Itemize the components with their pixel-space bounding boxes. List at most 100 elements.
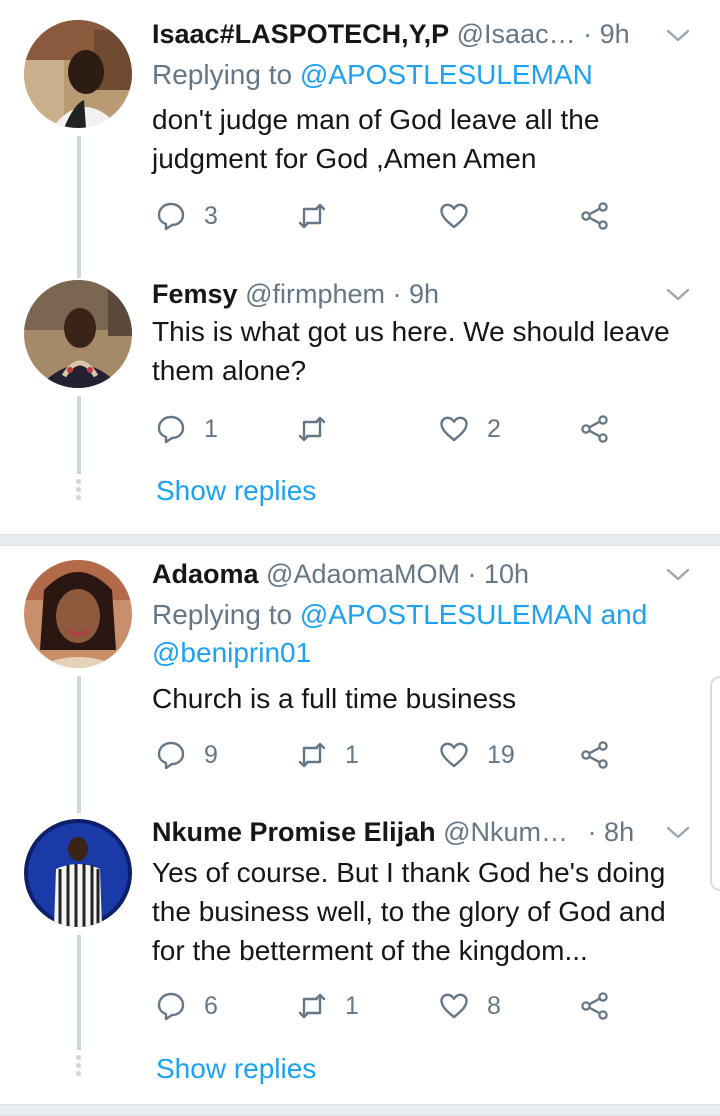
chevron-down-icon [666, 29, 690, 42]
replying-to: Replying to @APOSTLESULEMAN and @benipri… [152, 596, 647, 672]
display-name[interactable]: Femsy [152, 279, 238, 309]
heart-icon [440, 416, 468, 442]
more-replies-dots [75, 479, 83, 503]
share-button[interactable] [580, 735, 610, 775]
display-name[interactable]: Nkume Promise Elijah [152, 817, 436, 847]
replying-and: and [592, 599, 648, 630]
timestamp[interactable]: · 8h [588, 817, 635, 847]
show-replies-link[interactable]: Show replies [156, 473, 316, 509]
action-bar: 1 2 [152, 409, 622, 449]
reply-bubble-icon [157, 992, 185, 1021]
reply-count: 3 [204, 201, 218, 230]
mention-link[interactable]: @APOSTLESULEMAN [300, 59, 593, 90]
chevron-down-icon [666, 568, 690, 581]
more-replies-dots [75, 1055, 83, 1079]
replying-prefix: Replying to [152, 599, 300, 630]
retweet-button[interactable] [297, 196, 345, 236]
avatar[interactable] [24, 280, 132, 388]
thread-line [77, 396, 81, 474]
reply-bubble-icon [157, 415, 185, 444]
replying-prefix: Replying to [152, 59, 300, 90]
tweet-header: Isaac#LASPOTECH,Y,P @Isaac… · 9h [152, 16, 630, 52]
avatar-image [24, 20, 132, 128]
tweet-text: Church is a full time business [152, 683, 517, 714]
tweet-menu-button[interactable] [666, 26, 690, 46]
tweet-text: Yes of course. But I thank God he's doin… [152, 857, 666, 966]
tweet-menu-button[interactable] [666, 823, 690, 843]
display-name[interactable]: Isaac#LASPOTECH,Y,P [152, 19, 449, 49]
like-button[interactable]: 8 [439, 986, 501, 1026]
like-button[interactable]: 19 [439, 735, 515, 775]
retweet-count: 1 [345, 991, 359, 1020]
tweet-menu-button[interactable] [666, 285, 690, 305]
tweet-menu-button[interactable] [666, 565, 690, 585]
tweet-2[interactable]: Femsy @firmphem · 9h This is what got us… [0, 265, 720, 535]
like-button[interactable] [439, 196, 487, 236]
heart-icon [440, 993, 468, 1019]
action-bar: 9 1 19 [152, 735, 622, 775]
heart-icon [440, 203, 468, 229]
tweet-header: Femsy @firmphem · 9h [152, 276, 439, 312]
retweet-button[interactable] [297, 409, 345, 449]
timestamp[interactable]: · 10h [468, 559, 530, 589]
share-icon [581, 992, 608, 1020]
action-bar: 6 1 8 [152, 986, 622, 1026]
chevron-down-icon [666, 288, 690, 301]
mention-link[interactable]: @APOSTLESULEMAN [300, 599, 593, 630]
reply-button[interactable]: 3 [156, 196, 218, 236]
thread-line [77, 676, 81, 813]
thread-separator [0, 534, 720, 546]
retweet-icon [298, 742, 326, 768]
tweet-text: This is what got us here. We should leav… [152, 316, 670, 386]
thread-line [77, 136, 81, 278]
tweet-4[interactable]: Nkume Promise Elijah @Nkum… · 8h Yes of … [0, 801, 720, 1104]
share-icon [581, 741, 608, 769]
retweet-button[interactable]: 1 [297, 735, 359, 775]
tweet-header: Nkume Promise Elijah @Nkum… · 8h [152, 814, 634, 850]
mention-link-2[interactable]: @beniprin01 [152, 637, 311, 668]
avatar[interactable] [24, 20, 132, 128]
share-icon [581, 415, 608, 443]
thread-line [77, 935, 81, 1050]
retweet-icon [298, 993, 326, 1019]
scrollbar[interactable] [710, 676, 720, 891]
retweet-icon [298, 203, 326, 229]
like-count: 8 [487, 991, 501, 1020]
tweet-header: Adaoma @AdaomaMOM · 10h [152, 556, 529, 592]
tweet-3[interactable]: Adaoma @AdaomaMOM · 10h Replying to @APO… [0, 546, 720, 813]
retweet-count: 1 [345, 740, 359, 769]
avatar-image [24, 819, 132, 927]
avatar[interactable] [24, 819, 132, 927]
timestamp[interactable]: · 9h [583, 19, 630, 49]
tweet-text: don't judge man of God leave all the jud… [152, 104, 600, 174]
action-bar: 3 [152, 196, 622, 236]
reply-button[interactable]: 9 [156, 735, 218, 775]
timestamp[interactable]: · 9h [393, 279, 440, 309]
reply-button[interactable]: 6 [156, 986, 218, 1026]
user-handle[interactable]: @AdaomaMOM [266, 559, 460, 589]
thread-separator [0, 1104, 720, 1116]
reply-bubble-icon [157, 741, 185, 770]
reply-bubble-icon [157, 202, 185, 231]
heart-icon [440, 742, 468, 768]
retweet-icon [298, 416, 326, 442]
show-replies-link[interactable]: Show replies [156, 1051, 316, 1087]
share-button[interactable] [580, 986, 610, 1026]
like-count: 2 [487, 414, 501, 443]
avatar-image [24, 280, 132, 388]
share-button[interactable] [580, 196, 610, 236]
display-name[interactable]: Adaoma [152, 559, 259, 589]
user-handle[interactable]: @firmphem [245, 279, 385, 309]
like-count: 19 [487, 740, 515, 769]
reply-count: 1 [204, 414, 218, 443]
reply-count: 9 [204, 740, 218, 769]
chevron-down-icon [666, 826, 690, 839]
tweet-1[interactable]: Isaac#LASPOTECH,Y,P @Isaac… · 9h Replyin… [0, 0, 720, 278]
reply-button[interactable]: 1 [156, 409, 218, 449]
like-button[interactable]: 2 [439, 409, 501, 449]
retweet-button[interactable]: 1 [297, 986, 359, 1026]
share-button[interactable] [580, 409, 610, 449]
user-handle[interactable]: @Nkum… [443, 817, 568, 847]
user-handle[interactable]: @Isaac… [457, 19, 576, 49]
avatar[interactable] [24, 560, 132, 668]
